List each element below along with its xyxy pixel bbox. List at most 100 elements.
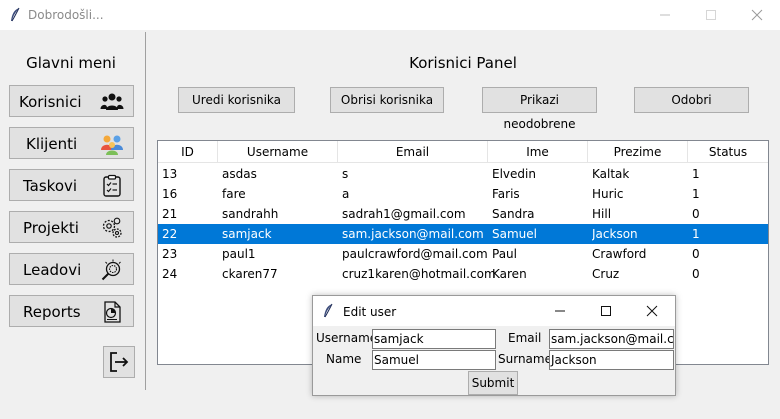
table-row[interactable]: 23 paul1 paulcrawford@mail.com Paul Craw… [158, 244, 768, 264]
email-field[interactable]: sam.jackson@mail.com [549, 329, 674, 349]
cell-ime: Faris [492, 187, 520, 201]
sidebar-divider [145, 32, 146, 390]
submit-button[interactable]: Submit [468, 371, 518, 395]
title-bar: Dobrodošli... [0, 0, 780, 30]
name-label: Name [326, 352, 362, 366]
table-row[interactable]: 21 sandrahh sadrah1@gmail.com Sandra Hil… [158, 204, 768, 224]
cell-username: fare [222, 187, 246, 201]
cell-ime: Sandra [492, 207, 535, 221]
sidebar-item-korisnici[interactable]: Korisnici [9, 85, 134, 117]
delete-user-button[interactable]: Obrisi korisnika [330, 87, 444, 113]
approve-button[interactable]: Odobri [634, 87, 749, 113]
minimize-icon [555, 310, 565, 312]
sidebar-item-label: Projekti [23, 219, 79, 237]
table-row[interactable]: 24 ckaren77 cruz1karen@hotmail.com Karen… [158, 264, 768, 284]
cell-prezime: Cruz [592, 267, 620, 281]
dialog-title-bar: Edit user [313, 296, 675, 326]
cell-ime: Paul [492, 247, 517, 261]
sidebar-item-klijenti[interactable]: Klijenti [9, 127, 134, 159]
maximize-icon [706, 10, 716, 20]
minimize-icon [660, 14, 670, 16]
cell-id: 13 [162, 167, 178, 181]
cell-id: 22 [162, 227, 178, 241]
table-row[interactable]: 16 fare a Faris Huric 1 [158, 184, 768, 204]
surname-label: Surname [498, 352, 552, 366]
sidebar-item-label: Taskovi [23, 177, 78, 195]
close-icon [751, 9, 763, 21]
minimize-button[interactable] [642, 0, 688, 30]
cell-prezime: Hill [592, 207, 612, 221]
cell-ime: Samuel [492, 227, 537, 241]
column-header-ime[interactable]: Ime [488, 141, 588, 163]
maximize-button[interactable] [688, 0, 734, 30]
cell-email: cruz1karen@hotmail.com [342, 267, 496, 281]
dialog-title: Edit user [343, 305, 397, 319]
users-icon [100, 93, 124, 110]
cell-ime: Karen [492, 267, 527, 281]
sidebar-item-projekti[interactable]: Projekti [9, 211, 134, 243]
cell-prezime: Crawford [592, 247, 647, 261]
feather-icon [11, 7, 20, 22]
cell-status: 1 [692, 167, 700, 181]
sidebar-item-label: Klijenti [26, 135, 78, 153]
table-row[interactable]: 13 asdas s Elvedin Kaltak 1 [158, 164, 768, 184]
edit-user-button[interactable]: Uredi korisnika [178, 87, 295, 113]
sidebar: Glavni meni Korisnici Klijenti Taskovi P… [0, 30, 146, 419]
maximize-icon [601, 306, 611, 316]
search-gear-icon [101, 259, 121, 281]
cell-username: sandrahh [222, 207, 279, 221]
name-field[interactable]: Samuel [372, 350, 496, 370]
feather-icon [324, 303, 333, 318]
dialog-close-button[interactable] [629, 296, 675, 326]
clipboard-icon [103, 174, 121, 197]
dialog-minimize-button[interactable] [537, 296, 583, 326]
sidebar-item-label: Korisnici [19, 93, 82, 111]
sidebar-item-label: Reports [23, 303, 81, 321]
cell-id: 21 [162, 207, 178, 221]
cell-prezime: Huric [592, 187, 624, 201]
clients-icon [101, 135, 123, 155]
column-header-email[interactable]: Email [338, 141, 488, 163]
username-label: Username [316, 331, 378, 345]
cell-email: a [342, 187, 350, 201]
cell-id: 24 [162, 267, 178, 281]
surname-field[interactable]: Jackson [549, 350, 674, 370]
report-chart-icon [104, 301, 121, 323]
username-field[interactable]: samjack [372, 329, 496, 349]
sidebar-item-leadovi[interactable]: Leadovi [9, 253, 134, 285]
logout-button[interactable] [103, 346, 135, 378]
cell-email: sam.jackson@mail.com [342, 227, 484, 241]
window-title: Dobrodošli... [28, 8, 104, 22]
cell-email: sadrah1@gmail.com [342, 207, 466, 221]
close-icon [646, 305, 658, 317]
column-header-status[interactable]: Status [688, 141, 768, 163]
cell-status: 0 [692, 267, 700, 281]
gears-icon [102, 217, 122, 238]
table-row-selected[interactable]: 22 samjack sam.jackson@mail.com Samuel J… [158, 224, 768, 244]
cell-username: paul1 [222, 247, 256, 261]
sidebar-item-reports[interactable]: Reports [9, 295, 134, 327]
table-header: ID Username Email Ime Prezime Status [158, 141, 768, 163]
cell-prezime: Jackson [592, 227, 638, 241]
close-button[interactable] [734, 0, 780, 30]
cell-status: 1 [692, 187, 700, 201]
show-unapproved-button[interactable]: Prikazi neodobrene [482, 87, 597, 131]
column-header-username[interactable]: Username [218, 141, 338, 163]
cell-username: ckaren77 [222, 267, 278, 281]
cell-email: paulcrawford@mail.com [342, 247, 488, 261]
dialog-maximize-button[interactable] [583, 296, 629, 326]
cell-status: 0 [692, 207, 700, 221]
sidebar-item-taskovi[interactable]: Taskovi [9, 169, 134, 201]
cell-id: 16 [162, 187, 178, 201]
column-header-prezime[interactable]: Prezime [588, 141, 688, 163]
sidebar-item-label: Leadovi [23, 261, 82, 279]
logout-icon [110, 352, 129, 372]
cell-username: asdas [222, 167, 257, 181]
cell-email: s [342, 167, 349, 181]
sidebar-title: Glavni meni [26, 54, 116, 72]
cell-prezime: Kaltak [592, 167, 630, 181]
cell-username: samjack [222, 227, 272, 241]
cell-ime: Elvedin [492, 167, 536, 181]
email-label: Email [508, 331, 542, 345]
column-header-id[interactable]: ID [158, 141, 218, 163]
